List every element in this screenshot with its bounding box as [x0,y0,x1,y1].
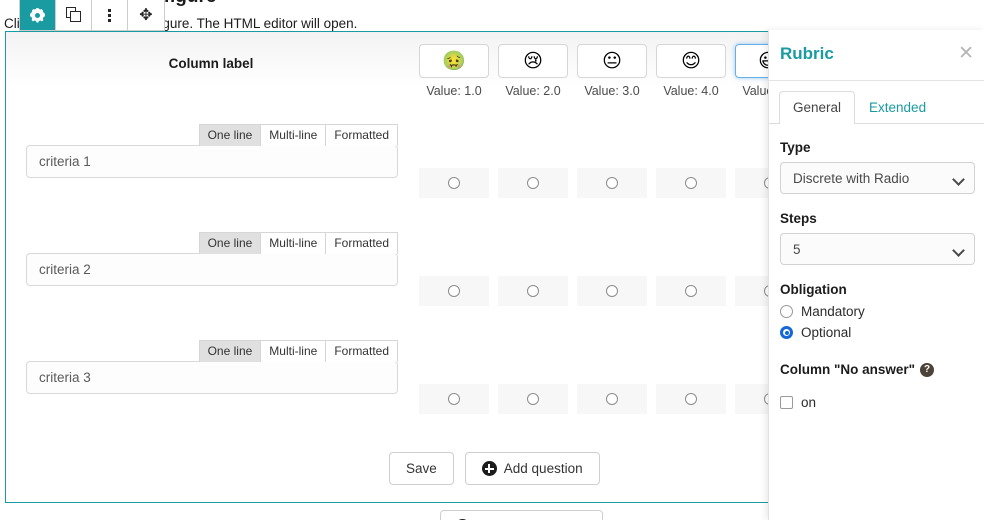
radio-icon [527,285,539,297]
save-button[interactable]: Save [389,452,454,485]
format-tab-multi-line[interactable]: Multi-line [260,232,326,254]
format-tab-formatted[interactable]: Formatted [325,124,398,146]
radio-icon [448,393,460,405]
radio-selected-icon [780,326,793,339]
copy-icon [65,7,82,23]
scale-column: 😊 Value: 4.0 [656,44,726,98]
format-tabs: One line Multi-line Formatted [26,232,398,254]
radio-icon [527,177,539,189]
emoji-input-4[interactable]: 😊 [656,44,726,78]
format-tab-one-line[interactable]: One line [198,124,261,146]
gear-icon [30,8,45,23]
type-select-value: Discrete with Radio [793,170,910,186]
obligation-label: Obligation [780,282,847,297]
radio-cell[interactable] [656,276,726,306]
radio-cell[interactable] [656,384,726,414]
tab-extended[interactable]: Extended [855,91,940,124]
obligation-optional-label: Optional [801,325,852,340]
radio-cell[interactable] [577,384,647,414]
type-label: Type [780,140,811,155]
radio-icon [448,285,460,297]
obligation-mandatory-label: Mandatory [801,304,865,319]
steps-select[interactable]: 5 [780,233,975,265]
format-tab-multi-line[interactable]: Multi-line [260,340,326,362]
type-select[interactable]: Discrete with Radio [780,162,975,194]
editor-footer: Save Add question [389,452,600,485]
criteria-radio-row [419,384,805,414]
radio-icon [448,177,460,189]
no-answer-checkbox-option[interactable]: on [780,395,973,410]
help-icon[interactable]: ? [920,362,935,377]
add-question-button[interactable]: Add question [464,452,600,485]
emoji-input-2[interactable]: 😢 [498,44,568,78]
no-answer-checkbox-label: on [801,395,817,410]
scale-column: 🤢 Value: 1.0 [419,44,489,98]
radio-cell[interactable] [577,168,647,198]
move-button[interactable]: ✥ [128,0,164,30]
obligation-option-mandatory[interactable]: Mandatory [780,304,973,319]
configure-button[interactable] [20,0,56,30]
screenshot-root: Click to configure ✥ Click the gear icon… [0,0,984,520]
radio-icon [527,393,539,405]
vertical-dots-icon [108,8,111,22]
duplicate-button[interactable] [56,0,92,30]
rubric-panel-header: Rubric ✕ [769,30,984,81]
format-tabs: One line Multi-line Formatted [26,124,398,146]
scale-value-label-3: Value: 3.0 [584,84,640,98]
rubric-panel-body: Type Discrete with Radio Steps 5 Obligat… [769,124,984,410]
radio-cell[interactable] [577,276,647,306]
emoji-input-1[interactable]: 🤢 [419,44,489,78]
format-tab-formatted[interactable]: Formatted [325,340,398,362]
scale-column: 😐 Value: 3.0 [577,44,647,98]
move-arrows-icon: ✥ [139,5,153,24]
scale-header-row: 🤢 Value: 1.0 😢 Value: 2.0 😐 Value: 3.0 😊… [419,44,805,98]
criteria-input-2[interactable] [26,253,398,286]
tab-general[interactable]: General [779,91,856,124]
format-tabs: One line Multi-line Formatted [26,340,398,362]
scale-value-label-4: Value: 4.0 [663,84,719,98]
close-icon[interactable]: ✕ [958,44,974,63]
radio-icon [606,393,618,405]
radio-icon [685,177,697,189]
format-tab-formatted[interactable]: Formatted [325,232,398,254]
more-options-button[interactable] [92,0,128,30]
criteria-input-1[interactable] [26,145,398,178]
format-tab-multi-line[interactable]: Multi-line [260,124,326,146]
checkbox-icon [780,396,793,409]
scale-value-label-1: Value: 1.0 [426,84,482,98]
radio-cell[interactable] [498,168,568,198]
format-tab-one-line[interactable]: One line [198,340,261,362]
radio-cell[interactable] [656,168,726,198]
rubric-panel-title: Rubric [780,44,834,63]
radio-cell[interactable] [498,384,568,414]
steps-label: Steps [780,211,817,226]
plus-circle-icon [481,461,497,476]
rubric-tabs: General Extended [769,81,984,124]
no-answer-label: Column "No answer" ? [780,362,973,377]
radio-icon [685,285,697,297]
radio-cell[interactable] [419,168,489,198]
radio-cell[interactable] [419,384,489,414]
criteria-radio-row [419,276,805,306]
radio-cell[interactable] [419,276,489,306]
emoji-input-3[interactable]: 😐 [577,44,647,78]
radio-icon [606,285,618,297]
steps-select-value: 5 [793,241,801,257]
column-label-heading: Column label [168,56,254,71]
radio-icon [606,177,618,189]
element-toolbar: ✥ [19,0,165,31]
rubric-settings-panel: Rubric ✕ General Extended Type Discrete … [768,30,984,520]
scale-value-label-2: Value: 2.0 [505,84,561,98]
radio-icon [685,393,697,405]
no-answer-label-text: Column "No answer" [780,362,916,377]
format-tab-one-line[interactable]: One line [198,232,261,254]
add-question-label: Add question [503,460,583,476]
radio-icon [780,305,793,318]
criteria-input-3[interactable] [26,361,398,394]
radio-cell[interactable] [498,276,568,306]
obligation-option-optional[interactable]: Optional [780,325,973,340]
add-block-element-button[interactable]: Add block element [440,510,604,520]
criteria-radio-row [419,168,805,198]
scale-column: 😢 Value: 2.0 [498,44,568,98]
